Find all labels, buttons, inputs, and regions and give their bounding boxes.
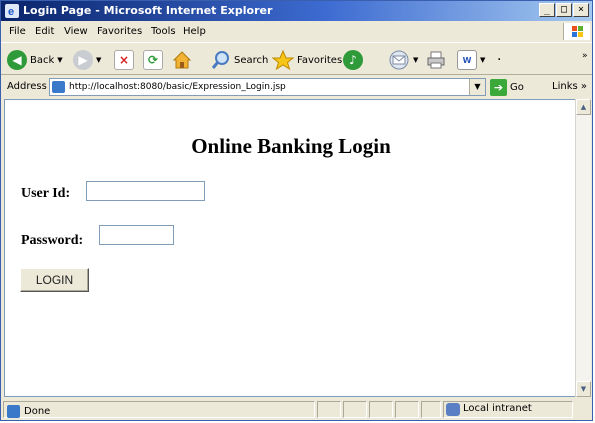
chevron-right-double-icon: »: [582, 51, 588, 61]
print-button[interactable]: [426, 49, 446, 71]
windows-logo-icon: [563, 23, 590, 40]
media-button[interactable]: ♪: [343, 49, 363, 71]
refresh-button[interactable]: ⟳: [143, 49, 163, 71]
stop-button[interactable]: ×: [114, 49, 134, 71]
address-url: http://localhost:8080/basic/Expression_L…: [69, 82, 286, 92]
standard-toolbar: ◀ Back ▼ ▶ ▼ × ⟳ Search Favorites ♪ ▼ W …: [1, 42, 592, 75]
scroll-up-arrow-icon[interactable]: ▲: [576, 99, 591, 115]
forward-button[interactable]: ▶ ▼: [73, 49, 101, 71]
ie-logo-icon: e: [5, 4, 19, 18]
scroll-down-arrow-icon[interactable]: ▼: [576, 381, 591, 397]
password-input[interactable]: [99, 225, 174, 245]
stop-icon: ×: [114, 50, 134, 70]
password-label: Password:: [21, 233, 84, 248]
status-pane-5: [421, 401, 441, 418]
maximize-button[interactable]: □: [556, 3, 572, 17]
menu-edit[interactable]: Edit: [35, 26, 54, 37]
favorites-button[interactable]: Favorites: [272, 49, 342, 71]
zone-text: Local intranet: [463, 403, 532, 414]
browser-window: e Login Page - Microsoft Internet Explor…: [0, 0, 593, 421]
links-button[interactable]: Links »: [552, 81, 587, 92]
vertical-scrollbar[interactable]: ▲ ▼: [575, 99, 591, 397]
address-label: Address: [7, 81, 47, 92]
address-input[interactable]: http://localhost:8080/basic/Expression_L…: [49, 78, 486, 96]
mail-icon: [389, 50, 409, 70]
svg-text:e: e: [8, 6, 14, 18]
menu-favorites[interactable]: Favorites: [97, 26, 142, 37]
toolbar-overflow-button[interactable]: »: [582, 45, 588, 67]
menu-help[interactable]: Help: [183, 26, 206, 37]
page-heading: Online Banking Login: [191, 134, 391, 158]
local-intranet-icon: [446, 403, 460, 416]
window-title: Login Page - Microsoft Internet Explorer: [23, 4, 273, 17]
page-content: Online Banking Login User Id: Password: …: [4, 99, 578, 397]
status-pane-3: [369, 401, 393, 418]
discuss-button[interactable]: ·: [497, 49, 501, 71]
back-arrow-icon: ◀: [7, 50, 27, 70]
edit-button[interactable]: W ▼: [457, 49, 485, 71]
more-dots-icon: ·: [497, 52, 502, 68]
favorites-star-icon: [272, 50, 294, 70]
status-pane-4: [395, 401, 419, 418]
chevron-down-icon: ▼: [57, 56, 63, 64]
close-button[interactable]: ×: [573, 3, 589, 17]
status-text: Done: [24, 406, 51, 417]
chevron-down-icon: ▼: [413, 56, 419, 64]
menu-view[interactable]: View: [64, 26, 88, 37]
chevron-down-icon: ▼: [96, 56, 102, 64]
page-done-icon: [7, 405, 20, 418]
user-id-label: User Id:: [21, 186, 71, 201]
back-button[interactable]: ◀ Back ▼: [7, 49, 63, 71]
title-bar: e Login Page - Microsoft Internet Explor…: [1, 1, 592, 21]
user-id-input[interactable]: [86, 181, 205, 201]
go-label: Go: [510, 81, 524, 93]
address-bar: Address http://localhost:8080/basic/Expr…: [1, 76, 592, 98]
login-button[interactable]: LOGIN: [20, 268, 89, 292]
edit-icon: W: [457, 50, 477, 70]
menu-tools[interactable]: Tools: [151, 26, 176, 37]
chevron-right-double-icon: »: [580, 81, 588, 92]
status-bar: Done Local intranet: [1, 399, 592, 420]
refresh-icon: ⟳: [143, 50, 163, 70]
home-button[interactable]: [172, 49, 192, 71]
home-icon: [172, 51, 192, 69]
status-pane-1: [317, 401, 341, 418]
chevron-down-icon[interactable]: ▼: [469, 79, 485, 95]
search-label: Search: [234, 54, 269, 66]
media-icon: ♪: [343, 50, 363, 70]
status-pane-2: [343, 401, 367, 418]
search-button[interactable]: Search: [211, 49, 268, 71]
favorites-label: Favorites: [297, 54, 343, 66]
status-pane-main: Done: [3, 401, 315, 418]
minimize-button[interactable]: _: [539, 3, 555, 17]
forward-arrow-icon: ▶: [73, 50, 93, 70]
menu-file[interactable]: File: [9, 26, 26, 37]
go-button[interactable]: ➔ Go: [490, 78, 524, 96]
window-controls: _ □ ×: [539, 3, 589, 17]
menu-bar: File Edit View Favorites Tools Help: [1, 22, 592, 41]
links-label: Links: [552, 81, 578, 92]
search-icon: [211, 51, 229, 69]
print-icon: [427, 51, 445, 69]
page-icon: [52, 81, 65, 93]
mail-button[interactable]: ▼: [388, 49, 418, 71]
chevron-down-icon: ▼: [480, 56, 486, 64]
back-label: Back: [30, 54, 55, 66]
go-arrow-icon: ➔: [490, 78, 507, 96]
